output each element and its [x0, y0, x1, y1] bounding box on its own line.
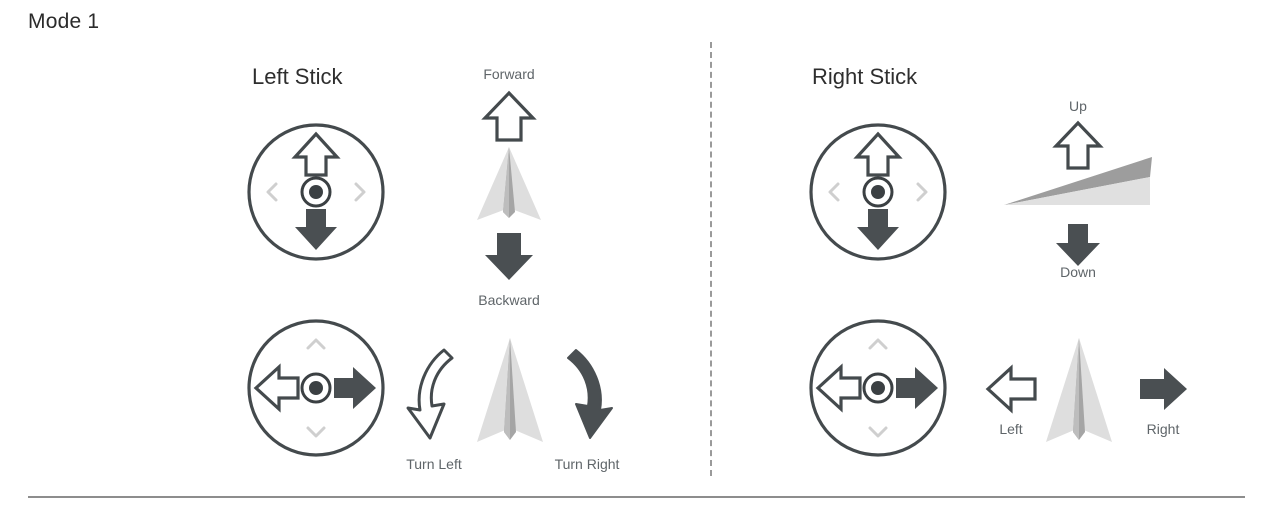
- turn-left-label: Turn Left: [406, 456, 462, 472]
- forward-label: Forward: [483, 66, 535, 82]
- up-label: Up: [1069, 98, 1087, 114]
- stick-vertical-icon-right-throttle: [808, 122, 948, 262]
- footer-rule: [28, 496, 1245, 498]
- page-title: Mode 1: [28, 10, 100, 33]
- arrow-left-outline-icon: [985, 364, 1039, 414]
- down-label: Down: [1060, 264, 1096, 280]
- aircraft-top-view-icon: [477, 147, 541, 220]
- stick-horizontal-icon-right-roll: [808, 318, 948, 458]
- right-stick-heading: Right Stick: [812, 64, 918, 89]
- arrow-down-filled-icon-throttle: [1050, 222, 1106, 268]
- aircraft-top-view-icon-roll: [1044, 336, 1114, 452]
- stick-horizontal-icon-left-yaw: [246, 318, 386, 458]
- aircraft-top-view-icon-yaw: [475, 336, 545, 452]
- curved-arrow-right-filled-icon: [552, 344, 620, 444]
- arrow-up-outline-icon: [481, 90, 537, 142]
- right-label: Right: [1146, 421, 1180, 437]
- curved-arrow-left-outline-icon: [400, 344, 468, 444]
- arrow-down-filled-icon: [485, 233, 533, 280]
- backward-label: Backward: [478, 292, 540, 308]
- turn-right-label: Turn Right: [554, 456, 620, 472]
- left-stick-heading: Left Stick: [252, 64, 343, 89]
- mode-diagram-page: Mode 1 Left Stick Forward Backward Turn …: [0, 0, 1271, 511]
- pitch-indicator-left: [462, 90, 556, 290]
- aircraft-side-view-icon: [1004, 155, 1156, 211]
- left-label: Left: [999, 421, 1023, 437]
- panel-divider: [710, 42, 712, 476]
- stick-vertical-icon-left-pitch: [246, 122, 386, 262]
- arrow-right-filled-icon: [1136, 365, 1190, 413]
